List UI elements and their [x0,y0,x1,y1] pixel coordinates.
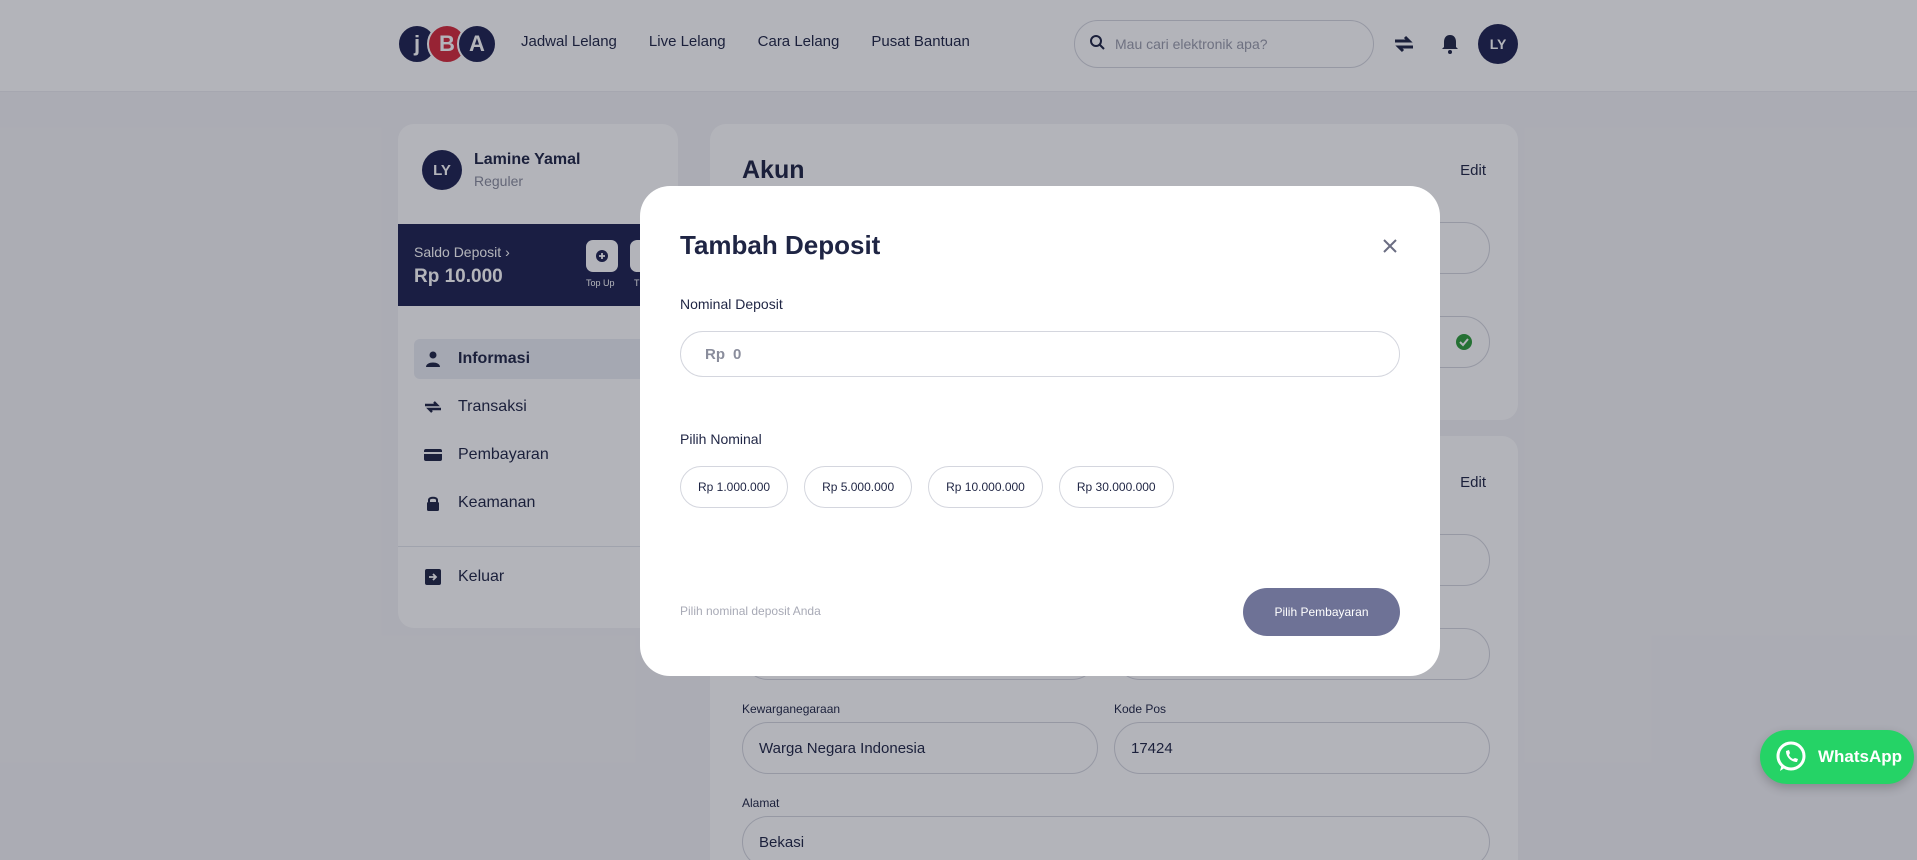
nominal-input-wrapper[interactable]: Rp [680,331,1400,377]
deposit-hint: Pilih nominal deposit Anda [680,604,821,618]
nominal-option-30m[interactable]: Rp 30.000.000 [1058,466,1174,508]
currency-prefix: Rp [705,345,725,363]
whatsapp-icon [1774,740,1808,774]
nominal-label: Nominal Deposit [680,296,783,312]
nominal-options: Rp 1.000.000 Rp 5.000.000 Rp 10.000.000 … [680,466,1174,508]
nominal-input[interactable] [733,345,1333,363]
nominal-option-10m[interactable]: Rp 10.000.000 [928,466,1043,508]
whatsapp-button[interactable]: WhatsApp [1760,730,1914,784]
choose-nominal-label: Pilih Nominal [680,431,762,447]
modal-title: Tambah Deposit [680,230,881,260]
close-icon[interactable] [1378,234,1402,258]
nominal-option-5m[interactable]: Rp 5.000.000 [804,466,913,508]
choose-payment-button[interactable]: Pilih Pembayaran [1243,588,1400,636]
nominal-option-1m[interactable]: Rp 1.000.000 [680,466,789,508]
add-deposit-modal: Tambah Deposit Nominal Deposit Rp Pilih … [640,186,1440,676]
